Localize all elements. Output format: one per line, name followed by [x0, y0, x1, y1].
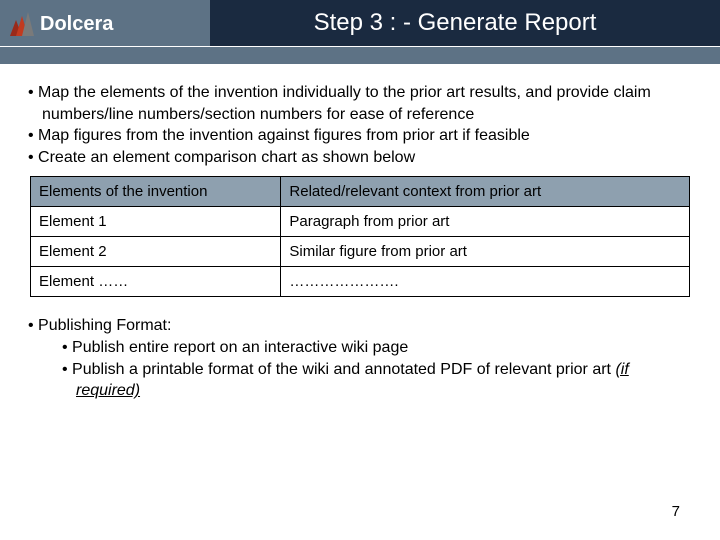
- table-row: Element …… ………………….: [31, 267, 690, 297]
- brand-logo: Dolcera: [0, 0, 210, 46]
- main-bullets: Map the elements of the invention indivi…: [28, 82, 692, 168]
- table-cell: Paragraph from prior art: [281, 207, 690, 237]
- bullet-item: Map figures from the invention against f…: [28, 125, 692, 147]
- table-cell: Element 2: [31, 237, 281, 267]
- table-header-row: Elements of the invention Related/releva…: [31, 177, 690, 207]
- bullet-item: Create an element comparison chart as sh…: [28, 147, 692, 169]
- publishing-heading: Publishing Format:: [28, 315, 692, 337]
- table-row: Element 2 Similar figure from prior art: [31, 237, 690, 267]
- publishing-item-text: Publish a printable format of the wiki a…: [72, 361, 615, 378]
- page-number: 7: [672, 503, 680, 520]
- publishing-item: Publish entire report on an interactive …: [28, 337, 692, 359]
- table-cell: Element ……: [31, 267, 281, 297]
- dolcera-logo-icon: Dolcera: [6, 8, 166, 38]
- table-cell: Element 1: [31, 207, 281, 237]
- page-title: Step 3 : - Generate Report: [210, 9, 720, 37]
- slide-content: Map the elements of the invention indivi…: [0, 64, 720, 402]
- publishing-item: Publish a printable format of the wiki a…: [28, 359, 692, 402]
- table-row: Element 1 Paragraph from prior art: [31, 207, 690, 237]
- publishing-section: Publishing Format: Publish entire report…: [28, 315, 692, 401]
- bullet-item: Map the elements of the invention indivi…: [28, 82, 692, 125]
- table-header-cell: Related/relevant context from prior art: [281, 177, 690, 207]
- svg-text:Dolcera: Dolcera: [40, 13, 114, 35]
- header-bar: Dolcera Step 3 : - Generate Report: [0, 0, 720, 46]
- sub-header-bar: [0, 46, 720, 64]
- table-cell: ………………….: [281, 267, 690, 297]
- table-cell: Similar figure from prior art: [281, 237, 690, 267]
- comparison-table: Elements of the invention Related/releva…: [30, 176, 690, 297]
- table-header-cell: Elements of the invention: [31, 177, 281, 207]
